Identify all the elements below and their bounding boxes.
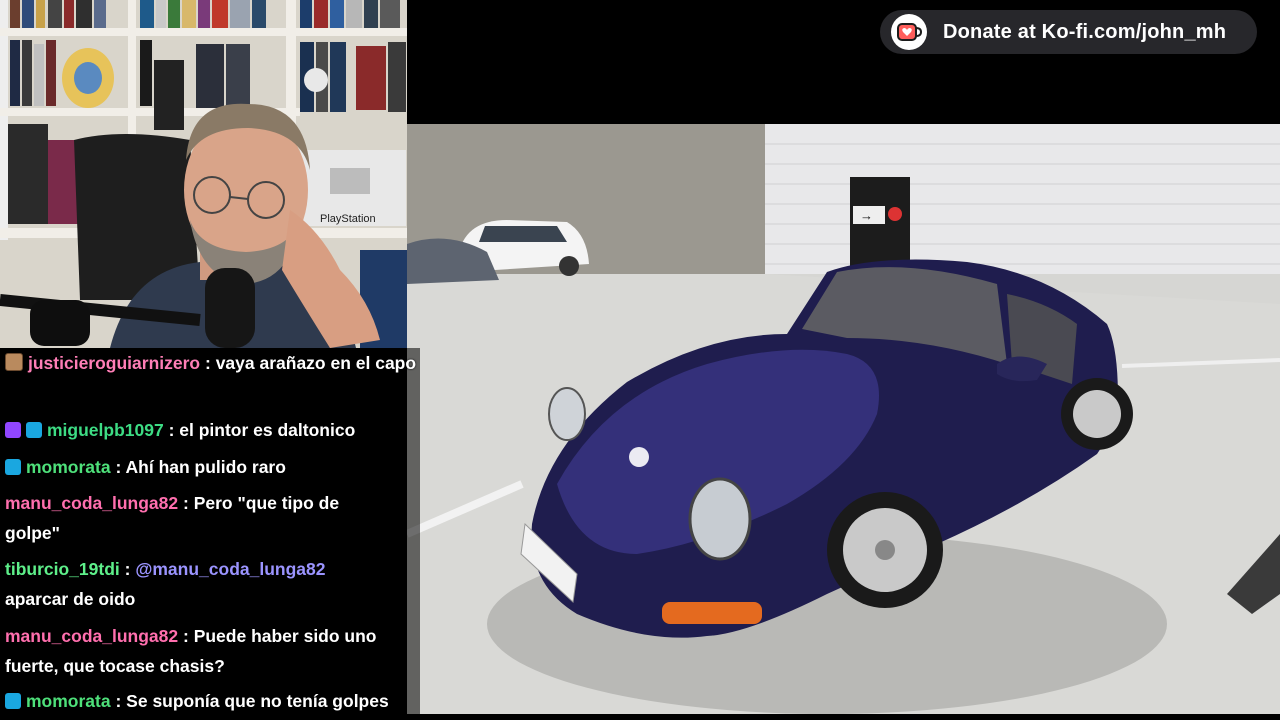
kofi-donate-banner[interactable]: Donate at Ko-fi.com/john_mh <box>880 10 1257 54</box>
kofi-donate-text: Donate at Ko-fi.com/john_mh <box>943 20 1227 43</box>
subscriber-crown-badge <box>5 459 21 475</box>
chat-message: miguelpb1097 : el pintor es daltonico <box>5 415 425 445</box>
video-frame: → <box>407 124 1280 714</box>
video-scene: → <box>407 124 1280 714</box>
chat-message: manu_coda_lunga82 : Puede haber sido uno… <box>5 626 377 676</box>
chat-message: justicieroguiarnizero : vaya arañazo en … <box>5 348 425 378</box>
webcam-scene: PlayStation <box>0 0 407 348</box>
chat-username[interactable]: momorata <box>26 457 111 477</box>
kofi-heart-cup-icon <box>891 14 927 50</box>
prime-badge <box>5 422 21 438</box>
webcam-feed: PlayStation <box>0 0 407 348</box>
chat-username[interactable]: momorata <box>26 691 111 711</box>
avatar-badge <box>5 353 23 371</box>
chat-text: Ahí han pulido raro <box>125 457 286 477</box>
subscriber-crown-badge <box>26 422 42 438</box>
chat-message: momorata : Se suponía que no tenía golpe… <box>5 686 425 716</box>
chat-message: manu_coda_lunga82 : Pero "que tipo de go… <box>5 493 340 543</box>
chat-username[interactable]: justicieroguiarnizero <box>28 353 200 373</box>
parking-sign-arrow: → <box>860 208 873 223</box>
chat-username[interactable]: manu_coda_lunga82 <box>5 493 178 513</box>
chat-message: momorata : Ahí han pulido raro <box>5 452 425 482</box>
chat-text: aparcar de oido <box>5 589 136 609</box>
playstation-box-label: PlayStation <box>320 213 376 225</box>
chat-text: el pintor es daltonico <box>179 420 356 440</box>
chat-message: tiburcio_19tdi : @manu_coda_lunga82 aparc… <box>5 559 326 609</box>
chat-mention[interactable]: @manu_coda_lunga82 <box>135 559 325 579</box>
chat-username[interactable]: manu_coda_lunga82 <box>5 626 178 646</box>
chat-text: vaya arañazo en el capo <box>215 353 417 373</box>
subscriber-crown-badge <box>5 693 21 709</box>
chat-username[interactable]: miguelpb1097 <box>47 420 164 440</box>
chat-text: Se suponía que no tenía golpes <box>126 691 389 711</box>
chat-username[interactable]: tiburcio_19tdi <box>5 559 120 579</box>
chat-overlay: justicieroguiarnizero : vaya arañazo en … <box>0 348 420 720</box>
